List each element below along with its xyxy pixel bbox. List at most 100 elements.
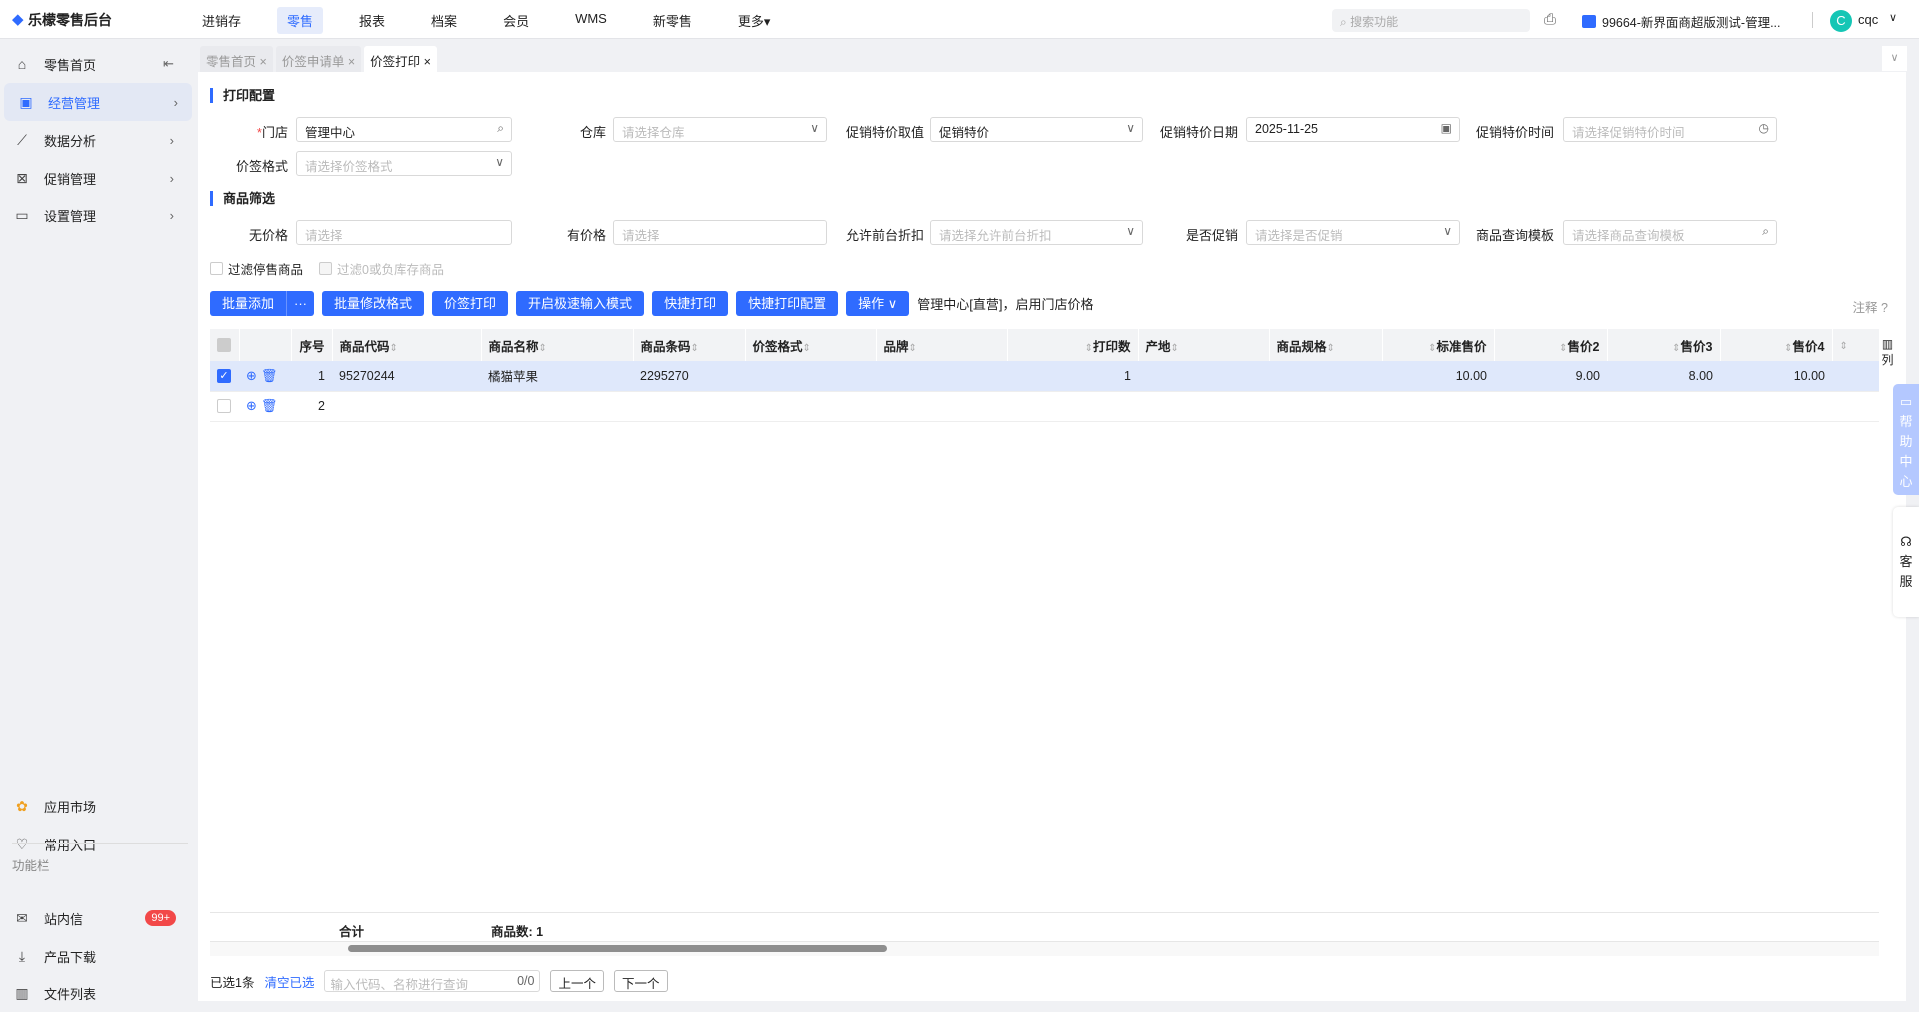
tabs-dropdown-icon[interactable]: ∨ xyxy=(1882,46,1907,71)
col-name[interactable]: 商品名称⇕ xyxy=(481,329,634,361)
store-field[interactable]: 管理中心 ⌕ xyxy=(296,117,512,142)
batch-add-button[interactable]: 批量添加 xyxy=(210,291,287,316)
cell-format[interactable] xyxy=(745,391,876,422)
col-origin[interactable]: 产地⇕ xyxy=(1138,329,1270,361)
note-link[interactable]: 注释 ? xyxy=(1853,297,1888,316)
scrollbar-thumb[interactable] xyxy=(348,945,887,952)
chevron-down-icon[interactable]: ∨ xyxy=(1889,11,1897,24)
col-barcode[interactable]: 商品条码⇕ xyxy=(633,329,746,361)
tab-retail-home[interactable]: 零售首页 × xyxy=(200,46,273,72)
batch-format-button[interactable]: 批量修改格式 xyxy=(322,291,425,316)
operations-button[interactable]: 操作 ∨ xyxy=(846,291,910,316)
nav-retail[interactable]: 零售 xyxy=(277,7,324,34)
customer-service-button[interactable]: ☊ 客服 xyxy=(1893,507,1919,617)
row-checkbox[interactable]: ✓ xyxy=(210,361,239,392)
printer-icon[interactable]: ⎙ xyxy=(1544,11,1556,28)
col-print-qty[interactable]: ⇕打印数 xyxy=(1007,329,1139,361)
close-icon[interactable]: × xyxy=(424,55,431,69)
cell-name[interactable] xyxy=(481,391,633,422)
close-icon[interactable]: × xyxy=(260,55,267,69)
col-brand[interactable]: 品牌⇕ xyxy=(876,329,1008,361)
prev-button[interactable]: 上一个 xyxy=(550,970,604,992)
filter-discontinued-checkbox[interactable]: 过滤停售商品 xyxy=(210,259,303,278)
cell-name[interactable]: 橘猫苹果 xyxy=(481,361,633,392)
search-input[interactable]: ⌕ 搜索功能 xyxy=(1332,9,1530,32)
col-code[interactable]: 商品代码⇕ xyxy=(332,329,482,361)
col-price2[interactable]: ⇕售价2 xyxy=(1494,329,1608,361)
promo-value-select[interactable]: 促销特价 ∨ xyxy=(930,117,1143,142)
sidebar-item-promotion[interactable]: ⊠ 促销管理 › xyxy=(0,159,188,197)
sidebar-item-label: 零售首页 xyxy=(44,57,97,73)
col-price4[interactable]: ⇕售价4 xyxy=(1720,329,1833,361)
cell-print-qty[interactable]: 1 xyxy=(1007,361,1138,392)
sidebar-item-files[interactable]: ▥ 文件列表 xyxy=(0,974,188,1012)
promo-time-picker[interactable]: 请选择促销特价时间 ◷ xyxy=(1563,117,1777,142)
nav-new-retail[interactable]: 新零售 xyxy=(643,7,702,34)
cell-print-qty[interactable] xyxy=(1007,391,1138,422)
col-format[interactable]: 价签格式⇕ xyxy=(745,329,877,361)
col-price3[interactable]: ⇕售价3 xyxy=(1607,329,1721,361)
nav-archive[interactable]: 档案 xyxy=(421,7,467,34)
row-search-input[interactable]: 输入代码、名称进行查询 0/0 xyxy=(324,970,541,992)
sidebar-item-app-market[interactable]: ✿ 应用市场 xyxy=(0,787,188,825)
tab-price-tag-print[interactable]: 价签打印 × xyxy=(364,46,437,72)
select-all-checkbox[interactable] xyxy=(210,329,240,361)
fast-input-button[interactable]: 开启极速输入模式 xyxy=(516,291,645,316)
quick-print-button[interactable]: 快捷打印 xyxy=(652,291,729,316)
sidebar-item-settings[interactable]: ▭ 设置管理 › xyxy=(0,196,188,234)
sort-icon: ⇕ xyxy=(1784,342,1793,354)
cell-barcode[interactable]: 2295270 xyxy=(633,361,745,392)
delete-icon[interactable]: 🗑 xyxy=(261,368,278,383)
col-spec[interactable]: 商品规格⇕ xyxy=(1269,329,1383,361)
close-icon[interactable]: × xyxy=(348,55,355,69)
filter-zero-stock-checkbox[interactable]: 过滤0或负库存商品 xyxy=(319,259,444,278)
sidebar-item-operations[interactable]: ▣ 经营管理 › xyxy=(4,83,192,121)
quick-print-config-button[interactable]: 快捷打印配置 xyxy=(736,291,839,316)
horizontal-scrollbar[interactable] xyxy=(210,942,1879,956)
nav-reports[interactable]: 报表 xyxy=(349,7,395,34)
nav-more[interactable]: 更多▾ xyxy=(728,7,781,34)
sidebar-item-data-analysis[interactable]: ⟋ 数据分析 › xyxy=(0,121,188,159)
help-center-button[interactable]: ▭ 帮助中心 xyxy=(1893,384,1919,495)
checkbox[interactable] xyxy=(319,262,332,275)
sidebar-item-retail-home[interactable]: ⌂ 零售首页 ⇤ xyxy=(0,45,188,83)
delete-icon[interactable]: 🗑 xyxy=(261,398,278,413)
user-name[interactable]: cqc xyxy=(1858,12,1878,27)
warehouse-select[interactable]: 请选择仓库 ∨ xyxy=(613,117,827,142)
promo-value-label: 促销特价取值 xyxy=(845,125,924,140)
add-row-icon[interactable]: ⊕ xyxy=(246,398,257,413)
nav-member[interactable]: 会员 xyxy=(493,7,539,34)
cell-format[interactable] xyxy=(745,361,876,392)
tab-price-tag-request[interactable]: 价签申请单 × xyxy=(275,46,362,72)
next-button[interactable]: 下一个 xyxy=(613,970,668,992)
add-row-icon[interactable]: ⊕ xyxy=(246,368,257,383)
promo-date-picker[interactable]: 2025-11-25 ▣ xyxy=(1246,117,1460,142)
has-price-select[interactable]: 请选择 xyxy=(613,220,827,245)
cell-barcode[interactable] xyxy=(633,391,745,422)
no-price-label: 无价格 xyxy=(248,228,288,243)
sidebar-item-download[interactable]: ⤓ 产品下载 xyxy=(0,937,188,975)
row-checkbox[interactable] xyxy=(210,391,239,422)
nav-jinxiaocun[interactable]: 进销存 xyxy=(192,7,251,34)
more-button[interactable]: ··· xyxy=(286,291,315,316)
col-std-price[interactable]: ⇕标准售价 xyxy=(1382,329,1495,361)
checkbox[interactable] xyxy=(210,262,223,275)
template-select[interactable]: 请选择商品查询模板 ⌕ xyxy=(1563,220,1777,245)
cell-code[interactable] xyxy=(332,391,481,422)
clear-selection-link[interactable]: 清空已选 xyxy=(264,972,314,991)
table-row[interactable]: ✓ ⊕ 🗑 1 95270244 橘猫苹果 2295270 1 10.00 9.0… xyxy=(210,361,1879,392)
no-price-select[interactable]: 请选择 xyxy=(296,220,512,245)
nav-wms[interactable]: WMS xyxy=(565,7,617,34)
table-row[interactable]: ⊕ 🗑 2 xyxy=(210,391,1879,422)
column-settings-button[interactable]: ▥ 列 xyxy=(1879,337,1896,368)
avatar[interactable]: C xyxy=(1830,10,1852,32)
sidebar-item-messages[interactable]: ✉ 站内信 99+ xyxy=(0,899,188,937)
is-promo-select[interactable]: 请选择是否促销 ∨ xyxy=(1246,220,1460,245)
format-select[interactable]: 请选择价签格式 ∨ xyxy=(296,151,512,176)
cell-code[interactable]: 95270244 xyxy=(332,361,481,392)
price-tag-print-button[interactable]: 价签打印 xyxy=(432,291,509,316)
store-switcher[interactable]: 99664-新界面商超版测试-管理... xyxy=(1582,12,1781,31)
app-logo[interactable]: ◆ 乐檬零售后台 xyxy=(12,10,112,30)
discount-select[interactable]: 请选择允许前台折扣 ∨ xyxy=(930,220,1143,245)
collapse-icon[interactable]: ⇤ xyxy=(163,56,174,72)
